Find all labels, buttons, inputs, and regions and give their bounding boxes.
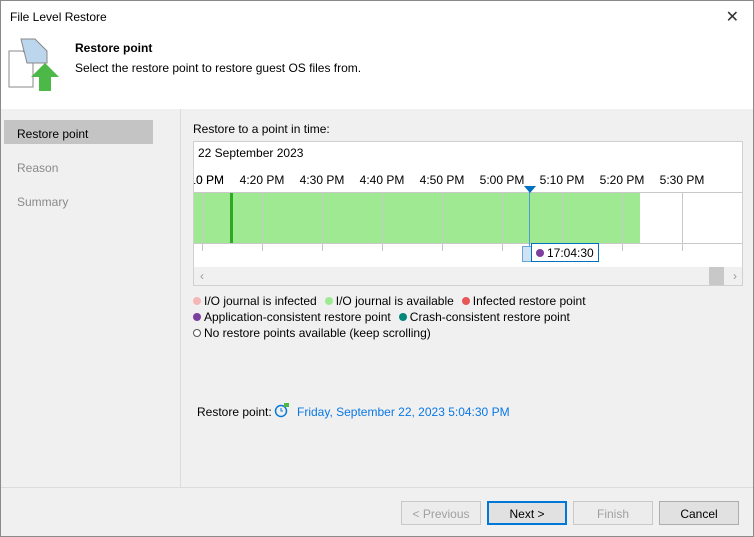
dialog-window: File Level Restore ✕ Restore point Selec… [0, 0, 754, 537]
dot-icon [398, 313, 407, 321]
legend-label: Application-consistent restore point [204, 310, 391, 324]
dot-icon [193, 297, 201, 305]
legend-item: I/O journal is infected [193, 294, 317, 308]
tick-mark [442, 243, 443, 251]
step-restore-point[interactable]: Restore point [4, 120, 153, 144]
restore-point-marker[interactable] [230, 192, 233, 243]
finish-button[interactable]: Finish [573, 501, 653, 525]
tick-mark [502, 243, 503, 251]
scroll-thumb[interactable] [709, 267, 724, 285]
tick-label: 5:10 PM [539, 173, 585, 187]
scroll-right-icon[interactable]: › [733, 269, 737, 283]
tick-label: 4:40 PM [359, 173, 405, 187]
legend-item: Infected restore point [461, 294, 586, 308]
window-title: File Level Restore [10, 10, 107, 24]
legend-row-3: No restore points available (keep scroll… [193, 326, 439, 340]
tick-line [262, 192, 263, 243]
tick-line [322, 192, 323, 243]
footer: < Previous Next > Finish Cancel [1, 487, 753, 537]
tick-mark [622, 243, 623, 251]
dot-icon [193, 329, 201, 337]
legend-item: Application-consistent restore point [193, 310, 391, 324]
restore-point-clock-icon [274, 403, 289, 418]
timeline-bottom-line [194, 243, 742, 244]
close-icon[interactable]: ✕ [726, 7, 739, 27]
tick-line [202, 192, 203, 243]
tick-label: 5:30 PM [659, 173, 705, 187]
tick-mark [262, 243, 263, 251]
tick-mark [682, 243, 683, 251]
legend-label: No restore points available (keep scroll… [204, 326, 431, 340]
header-title: Restore point [75, 41, 153, 55]
tick-line [562, 192, 563, 243]
timeline-top-line [194, 192, 742, 193]
wizard-steps: Restore point Reason Summary [1, 109, 181, 487]
legend-row-2: Application-consistent restore point Cras… [193, 310, 578, 324]
restore-point-label: Restore point: [197, 405, 272, 419]
legend-item: I/O journal is available [324, 294, 454, 308]
file-restore-icon [8, 38, 59, 91]
legend-label: Infected restore point [472, 294, 586, 308]
step-summary[interactable]: Summary [4, 188, 153, 212]
title-bar: File Level Restore ✕ [1, 1, 753, 33]
step-reason[interactable]: Reason [4, 154, 153, 178]
next-button[interactable]: Next > [487, 501, 567, 525]
legend-label: I/O journal is available [335, 294, 454, 308]
tick-label: 5:20 PM [599, 173, 645, 187]
tick-label: 4:20 PM [239, 173, 285, 187]
tick-line [382, 192, 383, 243]
tick-line [682, 192, 683, 243]
tick-label: 4:50 PM [419, 173, 465, 187]
horizontal-scrollbar[interactable]: ‹ › [194, 267, 742, 285]
time-cursor-handle-icon[interactable] [524, 186, 536, 193]
timeline-date: 22 September 2023 [198, 146, 304, 160]
app-consistent-dot-icon [536, 249, 544, 257]
restore-point-link[interactable]: Friday, September 22, 2023 5:04:30 PM [297, 405, 510, 419]
wizard-header: Restore point Select the restore point t… [1, 33, 753, 109]
tick-line [442, 192, 443, 243]
previous-button[interactable]: < Previous [401, 501, 481, 525]
tick-label-first-visible: 0 PM [195, 173, 224, 187]
legend-row-1: I/O journal is infected I/O journal is av… [193, 294, 594, 308]
timeline[interactable]: 22 September 2023 4:10 PM 0 PM 4:20 PM 4:… [193, 141, 743, 286]
tick-label: 5:00 PM [479, 173, 525, 187]
time-cursor-line[interactable] [529, 187, 530, 253]
dot-icon [461, 297, 470, 305]
dot-icon [193, 313, 201, 321]
tick-mark [322, 243, 323, 251]
tick-label: 4:30 PM [299, 173, 345, 187]
tick-line [502, 192, 503, 243]
io-journal-available-band [194, 192, 640, 243]
tick-mark [202, 243, 203, 251]
dot-icon [324, 297, 333, 305]
selected-time-badge: 17:04:30 [531, 243, 599, 262]
legend-label: I/O journal is infected [204, 294, 317, 308]
tick-line [622, 192, 623, 243]
selected-time: 17:04:30 [547, 246, 594, 260]
cancel-button[interactable]: Cancel [659, 501, 739, 525]
legend-label: Crash-consistent restore point [409, 310, 570, 324]
scroll-left-icon[interactable]: ‹ [200, 269, 204, 283]
legend-item: Crash-consistent restore point [398, 310, 570, 324]
header-subtitle: Select the restore point to restore gues… [75, 61, 362, 75]
legend-item: No restore points available (keep scroll… [193, 326, 431, 340]
timeline-label: Restore to a point in time: [193, 122, 330, 136]
tick-mark [382, 243, 383, 251]
first-tick-label-clip: 4:10 PM 0 PM [194, 173, 224, 189]
